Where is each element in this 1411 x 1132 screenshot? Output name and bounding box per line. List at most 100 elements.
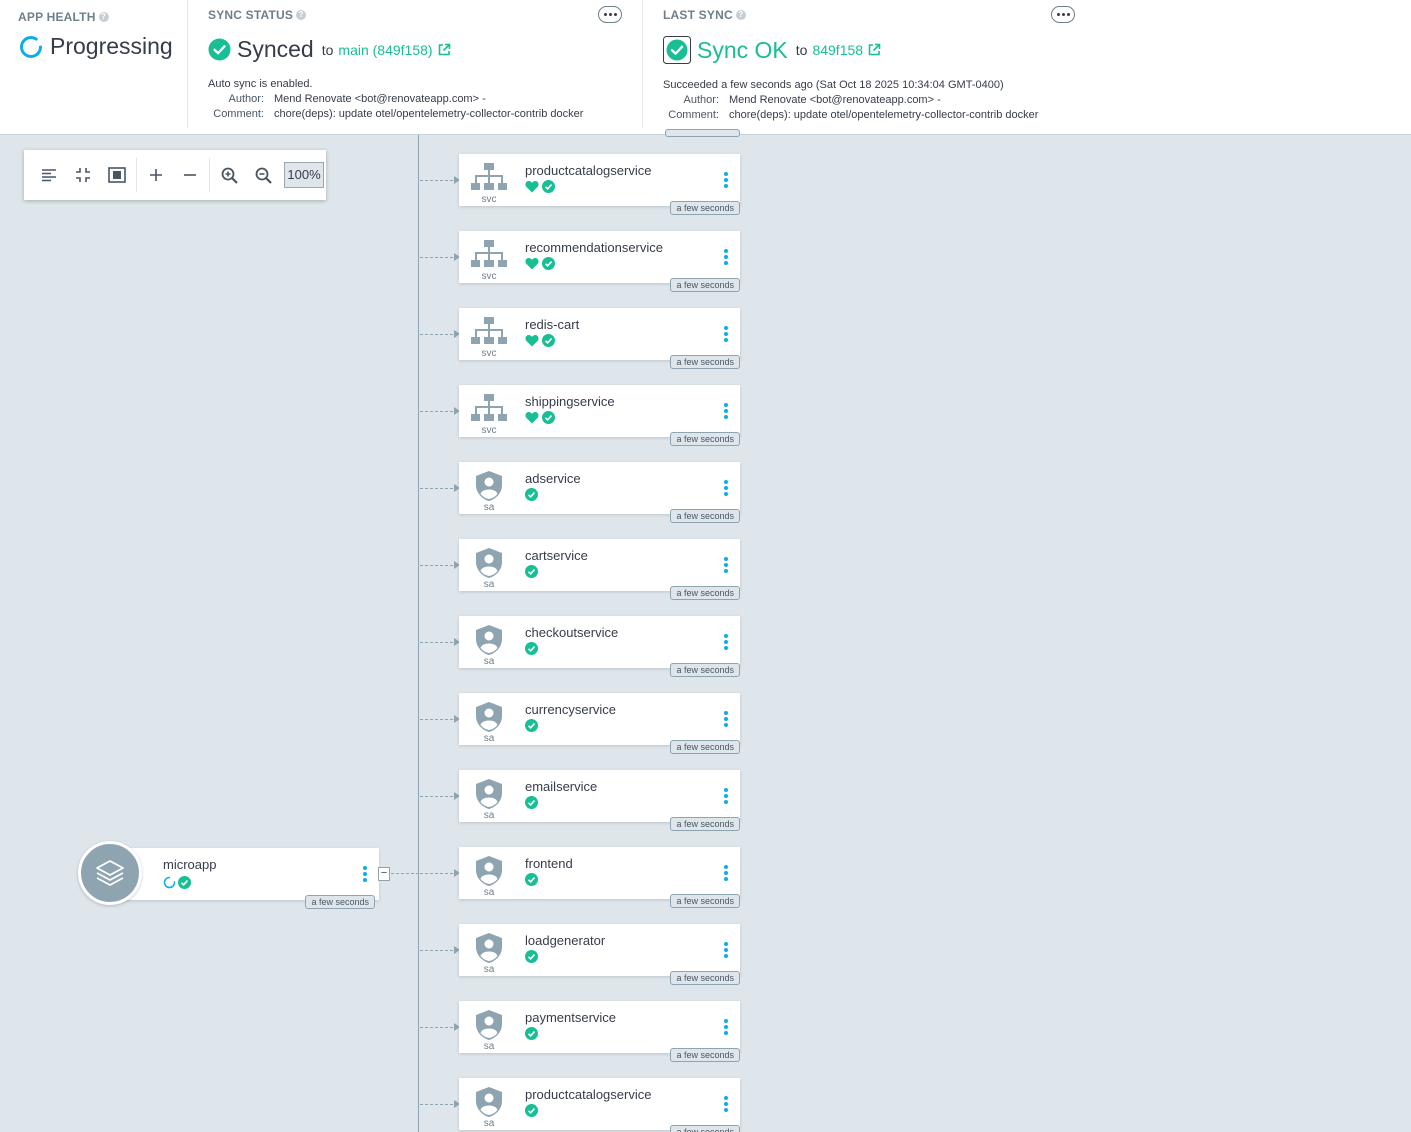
sync-author-row: Author: Mend Renovate <bot@renovateapp.c…	[228, 93, 486, 105]
resource-node[interactable]: svc productcatalogservice a few seconds	[459, 154, 740, 215]
resource-menu-button[interactable]	[722, 478, 730, 498]
resource-node[interactable]: sa emailservice a few seconds	[459, 770, 740, 831]
app-node-menu-button[interactable]	[361, 864, 369, 884]
node-edge	[420, 407, 460, 415]
zoom-in-button[interactable]	[212, 158, 246, 192]
resource-menu-button[interactable]	[722, 555, 730, 575]
last-sync-panel: LAST SYNC ? Sync OK to 849f158 Succeeded…	[643, 0, 1088, 128]
clipped-age-badge	[665, 129, 740, 137]
resource-node[interactable]: svc shippingservice a few seconds	[459, 385, 740, 446]
layers-icon	[96, 860, 124, 886]
collapse-toggle-button[interactable]: −	[378, 867, 390, 881]
help-icon[interactable]: ?	[735, 10, 746, 20]
resource-node[interactable]: sa cartservice a few seconds	[459, 539, 740, 600]
app-edge	[391, 873, 419, 874]
resource-age: a few seconds	[670, 1048, 740, 1062]
synced-check-icon	[525, 1027, 538, 1040]
resource-node[interactable]: svc redis-cart a few seconds	[459, 308, 740, 369]
resource-menu-button[interactable]	[722, 247, 730, 267]
help-icon[interactable]: ?	[296, 10, 307, 20]
compact-button[interactable]	[66, 158, 100, 192]
external-link-icon[interactable]	[437, 43, 451, 57]
resource-node[interactable]: sa adservice a few seconds	[459, 462, 740, 523]
resource-kind-label: sa	[483, 579, 495, 590]
fit-to-screen-button[interactable]	[100, 158, 134, 192]
last-sync-more-button[interactable]	[1051, 6, 1075, 23]
service-account-icon	[476, 1010, 502, 1040]
resource-kind-icon: sa	[469, 1086, 509, 1130]
resource-kind-icon: sa	[469, 624, 509, 668]
last-sync-comment: chore(deps): update otel/opentelemetry-c…	[729, 109, 1039, 121]
resource-menu-button[interactable]	[722, 632, 730, 652]
app-health-title: APP HEALTH ?	[18, 10, 187, 24]
synced-check-icon	[525, 488, 538, 501]
resource-kind-icon: svc	[469, 162, 509, 206]
app-node-microapp[interactable]: microapp a few seconds	[110, 848, 379, 909]
synced-check-icon	[542, 411, 555, 424]
resource-node[interactable]: sa currencyservice a few seconds	[459, 693, 740, 754]
minus-icon	[184, 174, 196, 176]
graph-toolbar: 100%	[24, 150, 326, 200]
resource-name: adservice	[525, 471, 581, 486]
last-sync-status: Sync OK	[697, 36, 788, 63]
resource-kind-label: svc	[481, 425, 497, 436]
node-edge	[420, 715, 460, 723]
resource-menu-button[interactable]	[722, 324, 730, 344]
resource-menu-button[interactable]	[722, 1094, 730, 1114]
progressing-icon	[20, 35, 42, 58]
zoom-in-icon	[221, 167, 238, 184]
align-left-button[interactable]	[32, 158, 66, 192]
zoom-level[interactable]: 100%	[284, 162, 324, 188]
sync-status-title: SYNC STATUS	[208, 8, 294, 22]
resource-status-badges	[525, 565, 538, 578]
resource-age: a few seconds	[670, 201, 740, 215]
service-account-icon	[476, 471, 502, 501]
external-link-icon[interactable]	[867, 43, 881, 57]
resource-name: emailservice	[525, 779, 598, 794]
resource-node[interactable]: sa checkoutservice a few seconds	[459, 616, 740, 677]
resource-menu-button[interactable]	[722, 786, 730, 806]
service-icon	[471, 240, 507, 267]
resource-age: a few seconds	[670, 740, 740, 754]
help-icon[interactable]: ?	[98, 12, 109, 22]
resource-node[interactable]: svc recommendationservice a few seconds	[459, 231, 740, 292]
resource-kind-label: sa	[483, 964, 495, 975]
last-sync-to-label: to	[795, 42, 808, 58]
resource-menu-button[interactable]	[722, 940, 730, 960]
sync-revision-link[interactable]: main (849f158)	[338, 42, 432, 58]
resource-node[interactable]: sa productcatalogservice a few seconds	[459, 1078, 740, 1132]
resource-menu-button[interactable]	[722, 863, 730, 883]
resource-kind-icon: sa	[469, 855, 509, 899]
resource-status-badges	[525, 873, 538, 886]
resource-status-badges	[525, 488, 538, 501]
resource-status-badges	[525, 719, 538, 732]
resource-menu-button[interactable]	[722, 1017, 730, 1037]
resource-menu-button[interactable]	[722, 170, 730, 190]
expand-all-button[interactable]	[139, 158, 173, 192]
resource-node[interactable]: sa frontend a few seconds	[459, 847, 740, 908]
collapse-all-button[interactable]	[173, 158, 207, 192]
service-icon	[471, 394, 507, 421]
resource-status-badges	[525, 1027, 538, 1040]
resource-kind-label: sa	[483, 810, 495, 821]
last-sync-author: Mend Renovate <bot@renovateapp.com> -	[729, 94, 941, 106]
resource-kind-icon: svc	[469, 316, 509, 360]
sync-status-more-button[interactable]	[598, 6, 622, 23]
node-edge	[420, 330, 460, 338]
resource-node[interactable]: sa loadgenerator a few seconds	[459, 924, 740, 985]
resource-menu-button[interactable]	[722, 709, 730, 729]
resource-name: shippingservice	[525, 394, 615, 409]
resource-status-badges	[525, 796, 538, 809]
app-node-icon	[78, 841, 142, 905]
node-edge	[420, 561, 460, 569]
last-sync-revision-link[interactable]: 849f158	[812, 42, 863, 58]
synced-check-icon	[208, 38, 231, 61]
zoom-out-button[interactable]	[246, 158, 280, 192]
synced-check-icon	[525, 950, 538, 963]
node-edge	[420, 792, 460, 800]
resource-kind-label: sa	[483, 887, 495, 898]
resource-menu-button[interactable]	[722, 401, 730, 421]
sync-to-label: to	[321, 41, 334, 58]
resource-node[interactable]: sa paymentservice a few seconds	[459, 1001, 740, 1062]
node-edge	[420, 1100, 460, 1108]
